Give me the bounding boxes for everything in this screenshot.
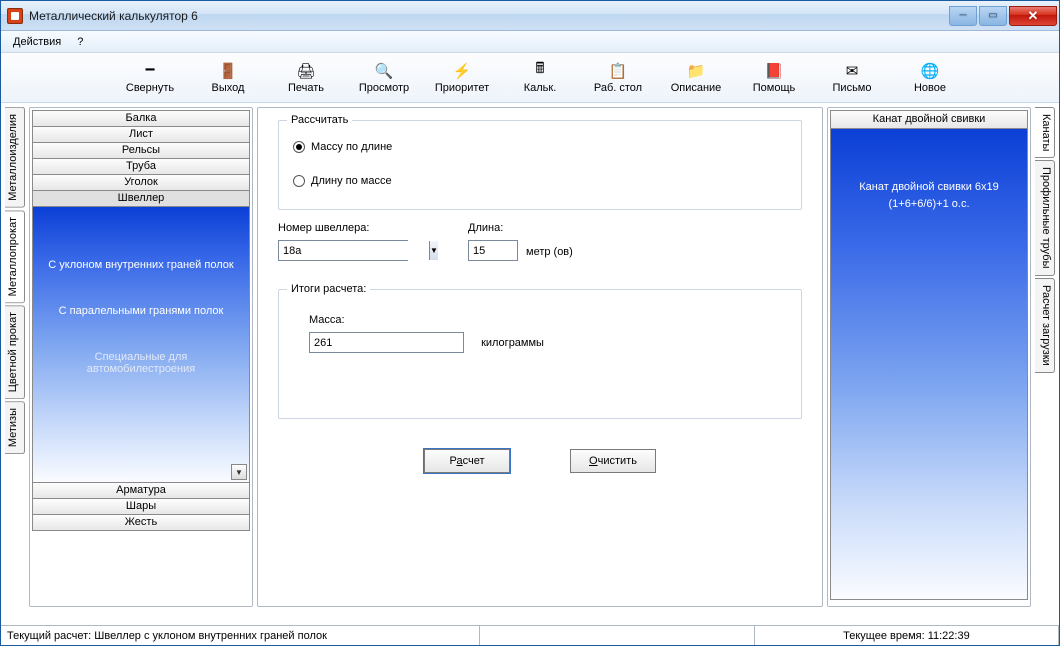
print-icon: 🖨 <box>297 62 315 80</box>
close-button[interactable]: ✕ <box>1009 6 1057 26</box>
menu-actions[interactable]: Действия <box>5 33 69 51</box>
length-field: Длина: метр (ов) <box>468 222 573 261</box>
length-label: Длина: <box>468 222 518 234</box>
tab-tsvetnoy-prokat[interactable]: Цветной прокат <box>5 305 25 399</box>
category-shveller[interactable]: Швеллер <box>32 190 250 207</box>
toolbar: 🗕Свернуть 🚪Выход 🖨Печать 🔍Просмотр ⚡Прио… <box>1 53 1059 103</box>
folder-icon: 📁 <box>687 62 705 80</box>
mass-unit: килограммы <box>481 337 544 349</box>
lightning-icon: ⚡ <box>453 62 471 80</box>
status-current-calc: Текущий расчет: Швеллер с уклоном внутре… <box>1 626 480 645</box>
menu-help[interactable]: ? <box>69 33 91 51</box>
combo-dropdown-button[interactable]: ▼ <box>429 241 438 260</box>
right-body-line2: (1+6+6/6)+1 о.с. <box>831 196 1027 213</box>
maximize-button[interactable]: ▭ <box>979 6 1007 26</box>
radio-mass-label: Массу по длине <box>311 141 392 153</box>
tool-new[interactable]: 🌐Новое <box>891 62 969 94</box>
input-row: Номер швеллера: ▼ Длина: метр (ов) <box>278 222 802 261</box>
group-calculate: Рассчитать Массу по длине Длину по массе <box>278 120 802 210</box>
mass-label: Масса: <box>309 314 789 326</box>
sub-item-parallel[interactable]: С паралельными гранями полок <box>51 297 232 343</box>
tool-exit[interactable]: 🚪Выход <box>189 62 267 94</box>
center-panel: Рассчитать Массу по длине Длину по массе… <box>257 107 823 607</box>
client-area: Металлоизделия Металлопрокат Цветной про… <box>1 103 1059 625</box>
button-row: Расчет Очистить <box>278 449 802 473</box>
right-panel-body[interactable]: Канат двойной свивки 6х19 (1+6+6/6)+1 о.… <box>830 129 1028 600</box>
left-panel: Балка Лист Рельсы Труба Уголок Швеллер С… <box>29 107 253 607</box>
minimize-icon: 🗕 <box>141 62 159 80</box>
window-title: Металлический калькулятор 6 <box>29 9 947 23</box>
menu-bar: Действия ? <box>1 31 1059 53</box>
number-field: Номер швеллера: ▼ <box>278 222 408 261</box>
globe-icon: 🌐 <box>921 62 939 80</box>
envelope-icon: ✉ <box>843 62 861 80</box>
radio-checked-icon <box>293 141 305 153</box>
number-label: Номер швеллера: <box>278 222 408 234</box>
magnifier-icon: 🔍 <box>375 62 393 80</box>
tool-print[interactable]: 🖨Печать <box>267 62 345 94</box>
tool-description[interactable]: 📁Описание <box>657 62 735 94</box>
category-balka[interactable]: Балка <box>32 110 250 127</box>
titlebar[interactable]: Металлический калькулятор 6 ─ ▭ ✕ <box>1 1 1059 31</box>
tab-metalloizdeliya[interactable]: Металлоизделия <box>5 107 25 208</box>
category-list-sheet[interactable]: Лист <box>32 126 250 143</box>
app-window: Металлический калькулятор 6 ─ ▭ ✕ Действ… <box>0 0 1060 646</box>
tab-raschet-zagruzki[interactable]: Расчет загрузки <box>1035 278 1055 373</box>
calculate-button[interactable]: Расчет <box>424 449 510 473</box>
sub-item-auto[interactable]: Специальные для автомобилестроения <box>33 343 249 401</box>
sub-item-slope[interactable]: С уклоном внутренних граней полок <box>40 251 241 297</box>
length-input[interactable] <box>468 240 518 261</box>
tab-metizy[interactable]: Метизы <box>5 401 25 454</box>
tab-kanaty[interactable]: Канаты <box>1035 107 1055 158</box>
category-list: Балка Лист Рельсы Труба Уголок Швеллер С… <box>32 110 250 530</box>
subcategory-list[interactable]: С уклоном внутренних граней полок С пара… <box>32 206 250 483</box>
right-panel-header[interactable]: Канат двойной свивки <box>830 110 1028 129</box>
group-results: Итоги расчета: Масса: килограммы <box>278 289 802 419</box>
status-time: Текущее время: 11:22:39 <box>755 626 1059 645</box>
category-zhest[interactable]: Жесть <box>32 514 250 531</box>
mass-output[interactable] <box>309 332 464 353</box>
number-input[interactable] <box>279 241 429 260</box>
right-panel: Канат двойной свивки Канат двойной свивк… <box>827 107 1031 607</box>
tool-mail[interactable]: ✉Письмо <box>813 62 891 94</box>
clipboard-icon: 📋 <box>609 62 627 80</box>
radio-len-label: Длину по массе <box>311 175 392 187</box>
tool-help[interactable]: 📕Помощь <box>735 62 813 94</box>
tool-priority[interactable]: ⚡Приоритет <box>423 62 501 94</box>
radio-length-by-mass[interactable]: Длину по массе <box>293 175 789 187</box>
tool-minimize[interactable]: 🗕Свернуть <box>111 62 189 94</box>
category-armatura[interactable]: Арматура <box>32 482 250 499</box>
left-vertical-tabs: Металлоизделия Металлопрокат Цветной про… <box>5 107 25 625</box>
app-icon <box>7 8 23 24</box>
group-calculate-title: Рассчитать <box>287 114 352 126</box>
book-icon: 📕 <box>765 62 783 80</box>
right-vertical-tabs: Канаты Профильные трубы Расчет загрузки <box>1035 107 1055 625</box>
tool-calculator[interactable]: 🖩Кальк. <box>501 62 579 94</box>
right-body-line1: Канат двойной свивки 6х19 <box>831 179 1027 196</box>
window-controls: ─ ▭ ✕ <box>947 6 1057 26</box>
number-combo[interactable]: ▼ <box>278 240 408 261</box>
scroll-down-button[interactable]: ▼ <box>231 464 247 480</box>
status-spacer <box>480 626 755 645</box>
tool-preview[interactable]: 🔍Просмотр <box>345 62 423 94</box>
tab-profilnye-truby[interactable]: Профильные трубы <box>1035 160 1055 276</box>
calculator-icon: 🖩 <box>531 62 549 80</box>
clear-button[interactable]: Очистить <box>570 449 656 473</box>
category-truba[interactable]: Труба <box>32 158 250 175</box>
category-shary[interactable]: Шары <box>32 498 250 515</box>
exit-icon: 🚪 <box>219 62 237 80</box>
category-relsy[interactable]: Рельсы <box>32 142 250 159</box>
status-bar: Текущий расчет: Швеллер с уклоном внутре… <box>1 625 1059 645</box>
minimize-button[interactable]: ─ <box>949 6 977 26</box>
group-results-title: Итоги расчета: <box>287 283 370 295</box>
radio-unchecked-icon <box>293 175 305 187</box>
radio-mass-by-length[interactable]: Массу по длине <box>293 141 789 153</box>
category-ugolok[interactable]: Уголок <box>32 174 250 191</box>
tab-metalloprokat[interactable]: Металлопрокат <box>5 210 25 303</box>
length-unit: метр (ов) <box>526 246 573 261</box>
tool-desktop[interactable]: 📋Раб. стол <box>579 62 657 94</box>
